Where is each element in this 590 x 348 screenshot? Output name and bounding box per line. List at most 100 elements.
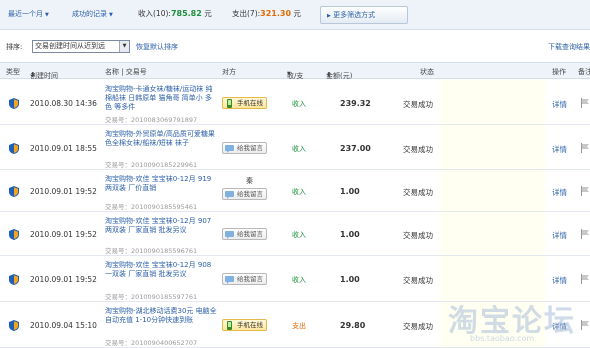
detail-link[interactable]: 详情 bbox=[552, 275, 567, 286]
flag-icon[interactable] bbox=[580, 143, 590, 153]
order-number-label: 交易号： bbox=[105, 161, 131, 169]
flag-icon[interactable] bbox=[580, 320, 590, 330]
period-filter[interactable]: 最近一个月 ▼ bbox=[8, 9, 49, 19]
flag-icon[interactable] bbox=[580, 274, 590, 284]
direction-value: 收入 bbox=[292, 231, 306, 239]
order-number-value: 2010090185596761 bbox=[131, 247, 198, 255]
counterparty-name: 秦 bbox=[246, 177, 253, 185]
item-name-link[interactable]: 淘宝购物-卡通女袜/糖袜/运动袜 纯棉船袜 日韩原单 猫角哥 简单小 多色 等多… bbox=[105, 85, 217, 112]
table-row: 2010.09.01 19:52 淘宝购物-欢佳 宝宝袜0-12月 907 两双… bbox=[0, 212, 590, 256]
counterparty-button-label: 给我留言 bbox=[237, 230, 263, 238]
detail-link[interactable]: 详情 bbox=[552, 144, 567, 155]
counterparty-button-label: 手机在线 bbox=[237, 321, 263, 329]
item-name-link[interactable]: 淘宝购物-欢佳 宝宝袜0-12月 907 两双装 厂家直销 批发另议 bbox=[105, 217, 217, 235]
created-time: 2010.09.01 19:52 bbox=[30, 275, 97, 284]
expense-amount: 321.30 bbox=[260, 9, 292, 18]
sort-row: 排序: 交易创建时间从近到远 ▼ 恢复默认排序 下载查询结果 bbox=[0, 38, 590, 56]
item-name-link[interactable]: 淘宝购物-欢佳 宝宝袜0-12月 908 一双装 厂家直销 批发另议 bbox=[105, 261, 217, 279]
order-number: 交易号：2010083069791897 bbox=[105, 114, 197, 124]
flag-icon[interactable] bbox=[580, 229, 590, 239]
counterparty-button-label: 手机在线 bbox=[237, 99, 263, 107]
detail-link[interactable]: 详情 bbox=[552, 230, 567, 241]
income-label: 收入(10): bbox=[138, 9, 171, 18]
flag-icon[interactable] bbox=[580, 186, 590, 196]
leave-message-button[interactable]: 给我留言 bbox=[222, 142, 267, 154]
header-type: 类型 bbox=[6, 68, 20, 76]
table-row: 2010.09.01 19:52 淘宝购物-欢佳 宝宝袜0-12月 919 两双… bbox=[0, 170, 590, 212]
counterparty: 给我留言 bbox=[222, 225, 267, 240]
table-row: 2010.08.30 14:36 淘宝购物-卡通女袜/糖袜/运动袜 纯棉船袜 日… bbox=[0, 80, 590, 125]
chevron-down-icon: ▼ bbox=[109, 12, 113, 18]
order-number-value: 2010090400652707 bbox=[131, 339, 198, 347]
alipay-shield-icon bbox=[9, 320, 19, 331]
sort-label: 排序: bbox=[6, 43, 23, 51]
counterparty-button-label: 给我留言 bbox=[237, 190, 263, 198]
created-time: 2010.09.01 18:55 bbox=[30, 144, 97, 153]
alipay-shield-icon bbox=[9, 229, 19, 240]
header-counterparty: 对方 bbox=[222, 68, 236, 76]
amount-highlight bbox=[440, 256, 545, 301]
filter-bar: 最近一个月 ▼ 成功的记录 ▼ 收入(10):785.82 元 支出(7):321.… bbox=[0, 0, 590, 30]
download-results-link[interactable]: 下载查询结果 bbox=[548, 42, 590, 52]
counterparty-button-label: 给我留言 bbox=[237, 275, 263, 283]
leave-message-button[interactable]: 给我留言 bbox=[222, 188, 267, 200]
counterparty: 手机在线 bbox=[222, 316, 267, 331]
amount-highlight bbox=[440, 125, 545, 169]
chevron-down-icon: ▼ bbox=[119, 41, 129, 52]
status-value: 交易成功 bbox=[403, 231, 433, 240]
table-row: 2010.09.01 18:55 淘宝购物-外贸原单/高品质可爱糖果色全棉女袜/… bbox=[0, 125, 590, 170]
period-filter-label: 最近一个月 bbox=[8, 10, 43, 18]
chevron-down-icon: ▼ bbox=[287, 71, 291, 77]
amount-value: 29.80 bbox=[340, 321, 366, 330]
status-value: 交易成功 bbox=[403, 100, 433, 109]
counterparty: 给我留言 bbox=[222, 270, 267, 285]
income-summary: 收入(10):785.82 元 bbox=[138, 8, 212, 19]
order-number-label: 交易号： bbox=[105, 293, 131, 301]
amount-value: 1.00 bbox=[340, 275, 360, 284]
detail-link[interactable]: 详情 bbox=[552, 187, 567, 198]
amount-value: 239.32 bbox=[340, 99, 371, 108]
chevron-down-icon: ▼ bbox=[45, 12, 49, 18]
record-type-filter[interactable]: 成功的记录 ▼ bbox=[72, 9, 113, 19]
watermark-url: bbs.taobao.com bbox=[470, 334, 535, 343]
income-unit: 元 bbox=[204, 9, 212, 18]
leave-message-button[interactable]: 给我留言 bbox=[222, 273, 267, 285]
counterparty: 手机在线 bbox=[222, 94, 267, 109]
amount-value: 237.00 bbox=[340, 144, 371, 153]
leave-message-button[interactable]: 给我留言 bbox=[222, 228, 267, 240]
sort-arrow-icon: ⬍ bbox=[30, 71, 36, 79]
restore-sort-link[interactable]: 恢复默认排序 bbox=[136, 42, 178, 52]
header-note: 备注 bbox=[578, 68, 590, 76]
counterparty-button-label: 给我留言 bbox=[237, 144, 263, 152]
header-status: 状态 bbox=[420, 68, 434, 76]
created-time: 2010.09.04 15:10 bbox=[30, 321, 97, 330]
sort-select[interactable]: 交易创建时间从近到远 ▼ bbox=[32, 40, 130, 53]
header-action: 操作 bbox=[552, 68, 566, 76]
item-name-link[interactable]: 淘宝购物-湖北移动话费30元 电脑全自动充值 1-10分钟快速到账 bbox=[105, 307, 217, 325]
amount-highlight bbox=[440, 80, 545, 124]
order-number-label: 交易号： bbox=[105, 247, 131, 255]
order-number-label: 交易号： bbox=[105, 116, 131, 124]
item-name-link[interactable]: 淘宝购物-外贸原单/高品质可爱糖果色全棉女袜/船袜/短袜 袜子 bbox=[105, 130, 217, 148]
message-icon bbox=[225, 190, 234, 199]
counterparty: 给我留言 bbox=[222, 139, 267, 154]
mobile-online-button[interactable]: 手机在线 bbox=[222, 319, 267, 331]
counterparty: 秦 给我留言 bbox=[222, 177, 267, 200]
order-number-label: 交易号： bbox=[105, 203, 131, 211]
order-number-value: 2010090185597761 bbox=[131, 293, 198, 301]
direction-value: 收入 bbox=[292, 188, 306, 196]
status-value: 交易成功 bbox=[403, 188, 433, 197]
more-filters-button[interactable]: ▶ 更多筛选方式 bbox=[320, 6, 408, 24]
order-number: 交易号：2010090185595461 bbox=[105, 201, 197, 211]
detail-link[interactable]: 详情 bbox=[552, 99, 567, 110]
sort-selected-value: 交易创建时间从近到远 bbox=[35, 42, 105, 50]
order-number-value: 2010090185595461 bbox=[131, 203, 198, 211]
message-icon bbox=[225, 144, 234, 153]
order-number: 交易号：2010090400652707 bbox=[105, 337, 197, 347]
record-type-label: 成功的记录 bbox=[72, 10, 107, 18]
item-name-link[interactable]: 淘宝购物-欢佳 宝宝袜0-12月 919 两双装 厂价直销 bbox=[105, 175, 217, 193]
flag-icon[interactable] bbox=[580, 98, 590, 108]
mobile-online-button[interactable]: 手机在线 bbox=[222, 97, 267, 109]
order-number-value: 2010090185229961 bbox=[131, 161, 198, 169]
status-value: 交易成功 bbox=[403, 276, 433, 285]
